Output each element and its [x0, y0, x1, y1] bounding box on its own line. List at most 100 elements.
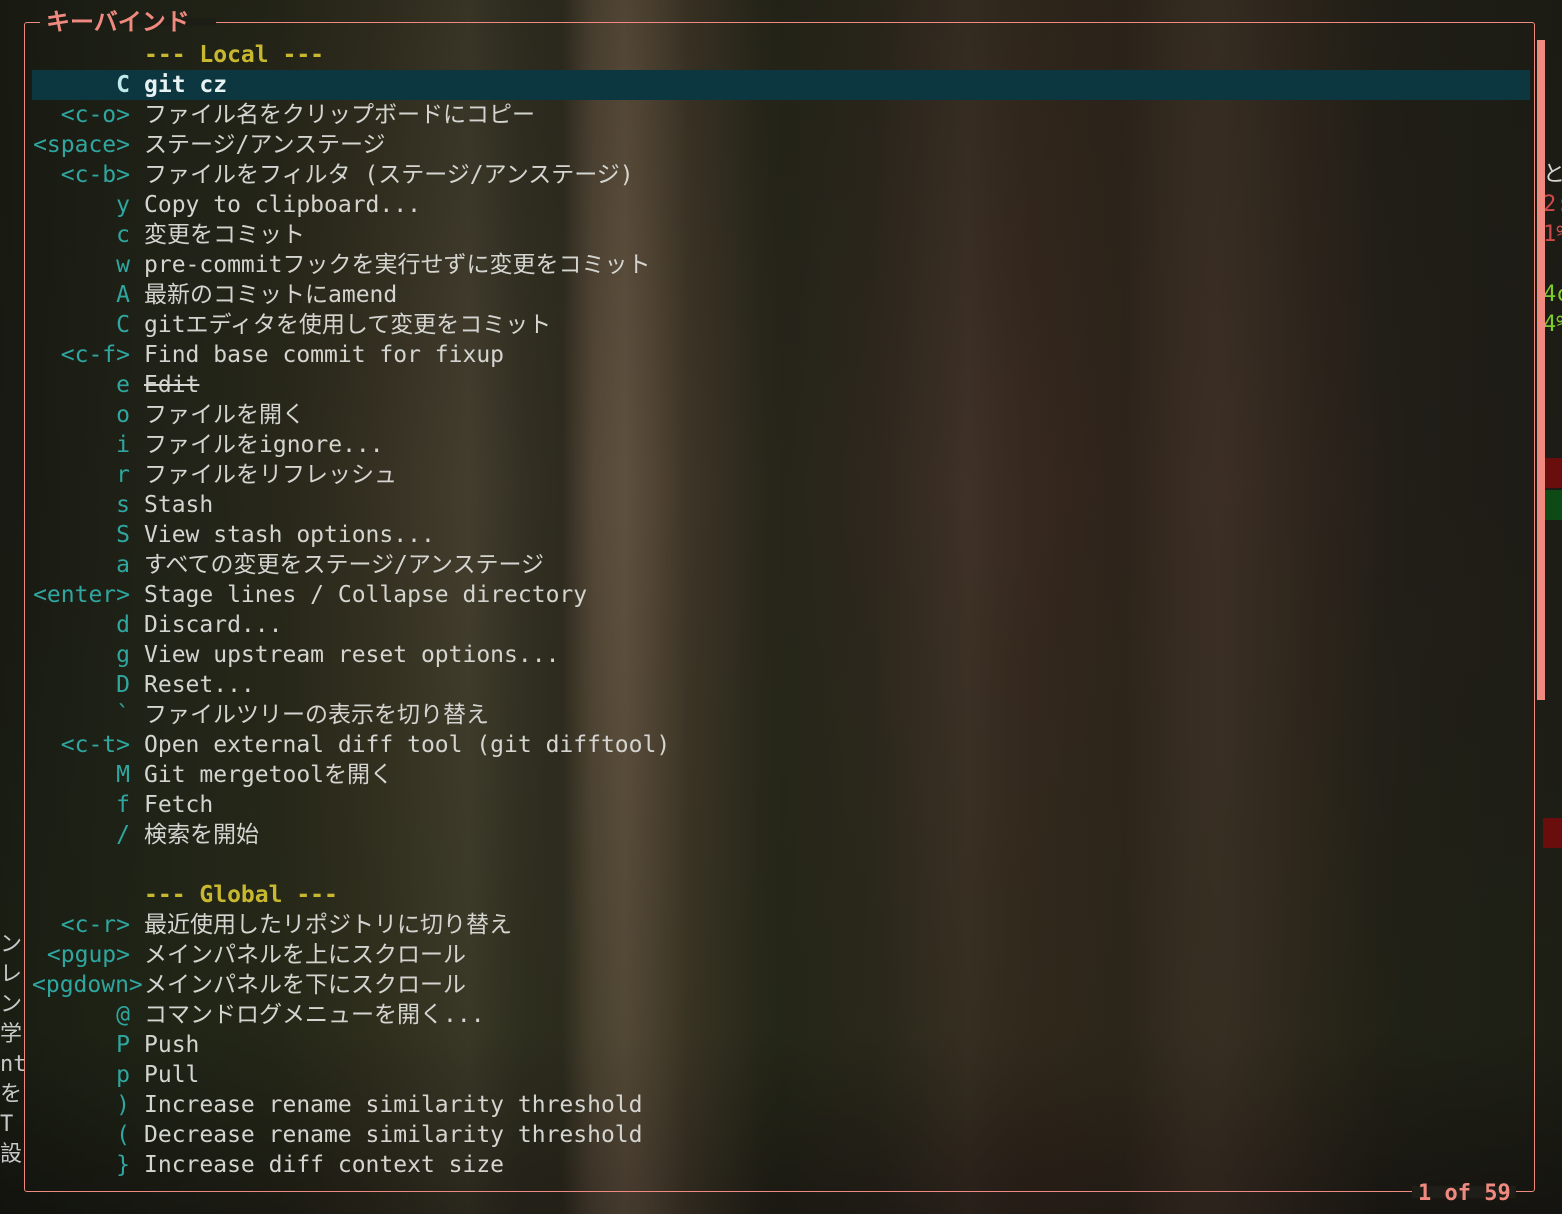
popup-footer-counter: 1 of 59	[1418, 1181, 1511, 1206]
keybinding-key: <c-b>	[60, 162, 130, 188]
keybinding-description: 最近使用したリポジトリに切り替え	[144, 912, 512, 938]
keybinding-description: Increase diff context size	[144, 1152, 505, 1178]
keybinding-row[interactable]: <enter> Stage lines / Collapse directory	[32, 580, 1530, 610]
keybinding-key: A	[116, 282, 130, 308]
keybinding-row[interactable]: p Pull	[32, 1060, 1530, 1090]
keybinding-row[interactable]: Cgitエディタを使用して変更をコミット	[32, 310, 1530, 340]
keybinding-row[interactable]: r ファイルをリフレッシュ	[32, 460, 1530, 490]
keybinding-description: ファイルツリーの表示を切り替え	[144, 702, 489, 728]
keybinding-row[interactable]: <c-o> ファイル名をクリップボードにコピー	[32, 100, 1530, 130]
keybinding-description: View upstream reset options...	[144, 642, 560, 668]
keybinding-key: <c-f>	[60, 342, 130, 368]
popup-title: キーバインド	[46, 8, 190, 36]
keybinding-description: Edit	[144, 372, 200, 398]
keybinding-key: o	[116, 402, 130, 428]
keybinding-row[interactable]: Cgit cz	[32, 70, 1530, 100]
keybinding-key: <space>	[33, 132, 130, 158]
keybinding-row[interactable]: s Stash	[32, 490, 1530, 520]
keybinding-key: /	[116, 822, 130, 848]
popup-scrollbar[interactable]	[1537, 40, 1545, 700]
keybinding-row[interactable]: i ファイルをignore...	[32, 430, 1530, 460]
right-panel-diff-added	[1543, 490, 1562, 520]
keybinding-description: すべての変更をステージ/アンステージ	[144, 552, 545, 578]
keybinding-key: @	[116, 1002, 130, 1028]
keybinding-key: p	[116, 1062, 130, 1088]
keybinding-key: a	[116, 552, 130, 578]
keybinding-description: メインパネルを下にスクロール	[144, 972, 466, 998]
keybinding-row[interactable]: <c-b> ファイルをフィルタ (ステージ/アンステージ)	[32, 160, 1530, 190]
keybinding-row[interactable]: ` ファイルツリーの表示を切り替え	[32, 700, 1530, 730]
keybinding-description: ファイル名をクリップボードにコピー	[144, 102, 535, 128]
keybinding-key: <pgdown>	[32, 972, 143, 998]
section-global-header: --- Global ---	[32, 880, 1530, 910]
keybinding-row[interactable]: M Git mergetoolを開く	[32, 760, 1530, 790]
keybinding-row[interactable]: P Push	[32, 1030, 1530, 1060]
keybinding-key: w	[116, 252, 130, 278]
keybinding-row[interactable]: <pgup> メインパネルを上にスクロール	[32, 940, 1530, 970]
keybinding-row[interactable]: ( Decrease rename similarity threshold	[32, 1120, 1530, 1150]
keybinding-row[interactable]: ) Increase rename similarity threshold	[32, 1090, 1530, 1120]
right-edge-fragment: と	[1543, 162, 1562, 187]
keybinding-key: C	[116, 72, 130, 98]
keybinding-key: f	[116, 792, 130, 818]
keybinding-row[interactable]: / 検索を開始	[32, 820, 1530, 850]
keybinding-description: View stash options...	[144, 522, 435, 548]
keybinding-description: Fetch	[144, 792, 214, 818]
right-panel-diff-removed	[1543, 818, 1562, 848]
keybinding-description: ファイルを開く	[144, 402, 305, 428]
right-panel-remnant: と 2: 1% 4c 4%	[1543, 160, 1562, 340]
keybinding-row[interactable]: d Discard...	[32, 610, 1530, 640]
keybinding-key: (	[116, 1122, 130, 1148]
keybinding-row[interactable]: a すべての変更をステージ/アンステージ	[32, 550, 1530, 580]
keybinding-description: Stage lines / Collapse directory	[144, 582, 588, 608]
keybinding-row[interactable]: <space> ステージ/アンステージ	[32, 130, 1530, 160]
section-header: --- Local ---	[144, 42, 325, 68]
keybindings-list: --- Local --- Cgit cz <c-o> ファイル名をクリップボードにコ…	[32, 40, 1530, 1180]
keybinding-key: <c-r>	[60, 912, 130, 938]
right-panel-diff-removed	[1543, 458, 1562, 488]
keybinding-key: d	[116, 612, 130, 638]
keybinding-description: Copy to clipboard...	[144, 192, 421, 218]
keybinding-row[interactable]: D Reset...	[32, 670, 1530, 700]
keybinding-key: <c-o>	[60, 102, 130, 128]
keybinding-key: P	[116, 1032, 130, 1058]
keybinding-row[interactable]: y Copy to clipboard...	[32, 190, 1530, 220]
keybinding-row[interactable]: } Increase diff context size	[32, 1150, 1530, 1180]
keybinding-key: }	[116, 1152, 130, 1178]
keybinding-description: Open external diff tool (git difftool)	[144, 732, 671, 758]
keybinding-description: Increase rename similarity threshold	[144, 1092, 643, 1118]
keybinding-description: gitエディタを使用して変更をコミット	[144, 312, 552, 338]
right-edge-fragment: 1%	[1543, 222, 1562, 247]
keybinding-row[interactable]: c 変更をコミット	[32, 220, 1530, 250]
keybinding-key: <pgup>	[46, 942, 130, 968]
keybinding-description: コマンドログメニューを開く...	[144, 1002, 485, 1028]
keybinding-key: )	[116, 1092, 130, 1118]
keybinding-row[interactable]: <pgdown>メインパネルを下にスクロール	[32, 970, 1530, 1000]
keybinding-row[interactable]: e Edit	[32, 370, 1530, 400]
keybinding-row[interactable]: <c-t> Open external diff tool (git diffto…	[32, 730, 1530, 760]
keybinding-description: Discard...	[144, 612, 283, 638]
keybinding-key: <c-t>	[60, 732, 130, 758]
keybinding-row[interactable]: o ファイルを開く	[32, 400, 1530, 430]
keybinding-row[interactable]: <c-r> 最近使用したリポジトリに切り替え	[32, 910, 1530, 940]
keybinding-key: s	[116, 492, 130, 518]
keybinding-description: Pull	[144, 1062, 200, 1088]
keybinding-description: Push	[144, 1032, 200, 1058]
keybinding-key: g	[116, 642, 130, 668]
keybinding-key: C	[116, 312, 130, 338]
keybinding-row[interactable]: A 最新のコミットにamend	[32, 280, 1530, 310]
section-local-header: --- Local ---	[32, 40, 1530, 70]
keybinding-row[interactable]: S View stash options...	[32, 520, 1530, 550]
keybinding-description: ファイルをリフレッシュ	[144, 462, 397, 488]
keybinding-row[interactable]: f Fetch	[32, 790, 1530, 820]
keybinding-row[interactable]: @ コマンドログメニューを開く...	[32, 1000, 1530, 1030]
keybinding-key: `	[116, 702, 130, 728]
keybinding-row[interactable]: w pre-commitフックを実行せずに変更をコミット	[32, 250, 1530, 280]
keybinding-description: 最新のコミットにamend	[144, 282, 398, 308]
keybinding-row[interactable]: g View upstream reset options...	[32, 640, 1530, 670]
keybinding-description: Decrease rename similarity threshold	[144, 1122, 643, 1148]
keybinding-key: <enter>	[33, 582, 130, 608]
keybinding-description: ファイルをignore...	[144, 432, 384, 458]
keybinding-key: y	[116, 192, 130, 218]
keybinding-row[interactable]: <c-f> Find base commit for fixup	[32, 340, 1530, 370]
